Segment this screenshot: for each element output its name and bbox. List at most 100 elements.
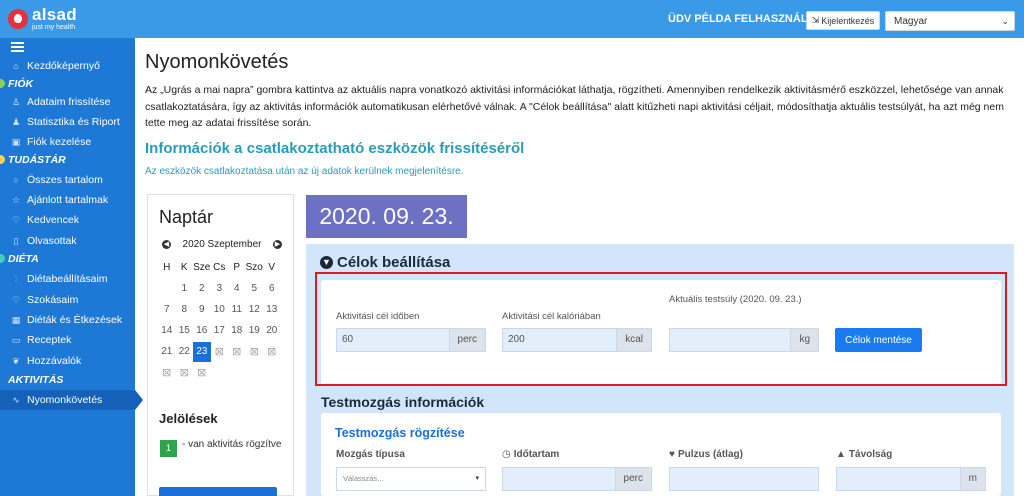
calendar-day[interactable]: 21: [158, 342, 176, 362]
calendar-day[interactable]: 13: [263, 300, 281, 320]
calendar-day[interactable]: 8: [176, 300, 194, 320]
calendar-day[interactable]: 10: [211, 300, 229, 320]
devices-title[interactable]: Információk a csatlakoztatható eszközök …: [145, 140, 524, 157]
recipe-icon: ▭: [11, 334, 21, 345]
goals-panel: ▼ Célok beállítása Aktivitási cél időben…: [306, 244, 1014, 496]
logo[interactable]: alsad just my health: [8, 6, 77, 31]
calendar-day[interactable]: 22: [176, 342, 194, 362]
weekday-header: V: [268, 262, 276, 273]
section-dieta: DIÉTA: [0, 249, 135, 269]
book-icon: ▯: [13, 235, 19, 246]
calendar-day[interactable]: 20: [263, 321, 281, 341]
star-icon: ☆: [11, 194, 21, 205]
disabled-day-icon: ⊠: [249, 346, 259, 358]
sidebar-item-recipes[interactable]: ▭ Receptek: [0, 330, 135, 350]
calendar-day[interactable]: 11: [228, 300, 246, 320]
weekday-header: H: [163, 262, 171, 273]
calendar-day[interactable]: 9: [193, 300, 211, 320]
calendar-month: 2020 Szeptember: [182, 239, 262, 250]
distance-field[interactable]: m: [836, 467, 986, 491]
user-greeting: ÜDV PÉLDA FELHASZNÁLÓ!: [668, 13, 820, 25]
calendar-day[interactable]: 18: [228, 321, 246, 341]
calendar-day[interactable]: 2: [193, 279, 211, 299]
jump-today-button[interactable]: [159, 487, 277, 496]
calendar-day[interactable]: 17: [211, 321, 229, 341]
sidebar-item-tracking[interactable]: ∿ Nyomonkövetés: [0, 390, 143, 410]
calendar-day[interactable]: 5: [246, 279, 264, 299]
logo-tagline: just my health: [32, 24, 76, 31]
language-select[interactable]: Magyar ⌄: [885, 11, 1015, 31]
apple-logo-icon: [8, 8, 28, 29]
heartbeat-icon: ♥: [669, 449, 675, 460]
exercise-card: Testmozgás rögzítése Mozgás típusa Válas…: [321, 413, 1001, 496]
exercise-type-select[interactable]: Válasszás... ▾: [336, 467, 486, 491]
sidebar-item-diets-meals[interactable]: ▦ Diéták és Étkezések: [0, 310, 135, 330]
grid-icon: ▦: [11, 314, 21, 325]
chevron-down-icon: ⌄: [1001, 16, 1009, 26]
section-aktivitas: AKTIVITÁS: [0, 370, 135, 390]
duration-label: ◷ Időtartam: [502, 449, 560, 460]
section-fiok: FIÓK: [0, 74, 135, 94]
sidebar-item-ingredients[interactable]: ❦ Hozzávalók: [0, 351, 135, 371]
heart-icon: ♡: [11, 214, 21, 225]
sidebar-item-update[interactable]: ♙ Adataim frissítése: [0, 92, 135, 112]
calendar-day[interactable]: 15: [176, 321, 194, 341]
sidebar-item-habits[interactable]: ♡ Szokásaim: [0, 290, 135, 310]
calendar-day[interactable]: 4: [228, 279, 246, 299]
chevron-down-circle-icon: ▼: [320, 256, 333, 269]
legend-title: Jelölések: [159, 411, 218, 426]
weekday-header: P: [233, 262, 241, 273]
sidebar-item-account[interactable]: ▣ Fiók kezelése: [0, 132, 135, 152]
sidebar-item-recommended[interactable]: ☆ Ajánlott tartalmak: [0, 190, 135, 210]
goals-toggle[interactable]: ▼ Célok beállítása: [320, 254, 450, 271]
prev-month-icon[interactable]: ◀: [162, 240, 171, 249]
sidebar-item-stats[interactable]: ♟ Statisztika és Riport: [0, 112, 135, 132]
calendar-day[interactable]: 3: [211, 279, 229, 299]
duration-unit: perc: [614, 467, 652, 491]
exercise-subtitle: Testmozgás rögzítése: [335, 426, 465, 440]
disabled-day-icon: ⊠: [197, 367, 207, 379]
calendar-nav: ◀ 2020 Szeptember ▶: [162, 239, 282, 250]
sidebar-item-all-content[interactable]: ○ Összes tartalom: [0, 170, 135, 190]
calendar-day[interactable]: 7: [158, 300, 176, 320]
home-icon: ⌂: [13, 61, 19, 71]
top-bar: alsad just my health ÜDV PÉLDA FELHASZNÁ…: [0, 0, 1024, 38]
next-month-icon[interactable]: ▶: [272, 240, 282, 249]
pulse-label: ♥ Pulzus (átlag): [669, 449, 743, 460]
logout-button[interactable]: ⇲ Kijelentkezés: [806, 11, 880, 30]
road-icon: ▲: [836, 449, 846, 460]
legend-text: - van aktivitás rögzítve: [182, 439, 282, 450]
disabled-day-icon: ⊠: [162, 367, 172, 379]
calendar-day[interactable]: 16: [193, 321, 211, 341]
account-icon: ▣: [11, 136, 21, 147]
devices-text: Az eszközök csatlakoztatása után az új a…: [145, 166, 464, 177]
duration-field[interactable]: perc: [502, 467, 652, 491]
distance-unit: m: [959, 467, 986, 491]
sidebar-item-read[interactable]: ▯ Olvasottak: [0, 231, 135, 251]
tracking-icon: ∿: [12, 394, 20, 405]
pulse-field[interactable]: [669, 467, 819, 491]
sidebar-item-home[interactable]: ⌂ Kezdőképernyő: [0, 56, 135, 76]
highlight-frame: [315, 272, 1007, 386]
ingredients-icon: ❦: [12, 355, 20, 366]
menu-toggle-icon[interactable]: [11, 42, 24, 52]
calendar-panel: Naptár ◀ 2020 Szeptember ▶ H K Sze Cs P Szo V 1…: [147, 194, 294, 496]
section-tudastar: TUDÁSTÁR: [0, 150, 135, 170]
stats-icon: ♟: [11, 116, 21, 127]
weekday-header: K: [180, 262, 188, 273]
duration-input[interactable]: [502, 467, 615, 491]
pulse-input[interactable]: [669, 467, 819, 491]
disabled-day-icon: ⊠: [214, 346, 224, 358]
sidebar-item-diet-settings[interactable]: ⫶ Diétabeállításaim: [0, 269, 135, 289]
user-edit-icon: ♙: [11, 96, 21, 107]
exercise-type-label: Mozgás típusa: [336, 449, 405, 460]
sidebar-item-favorites[interactable]: ♡ Kedvencek: [0, 210, 135, 230]
distance-input[interactable]: [836, 467, 960, 491]
calendar-day[interactable]: 1: [176, 279, 194, 299]
calendar-day-today[interactable]: 23: [193, 342, 211, 362]
calendar-day[interactable]: 14: [158, 321, 176, 341]
calendar-day[interactable]: 19: [246, 321, 264, 341]
calendar-day[interactable]: 12: [246, 300, 264, 320]
clock-icon: ◷: [502, 449, 511, 460]
calendar-day[interactable]: 6: [263, 279, 281, 299]
